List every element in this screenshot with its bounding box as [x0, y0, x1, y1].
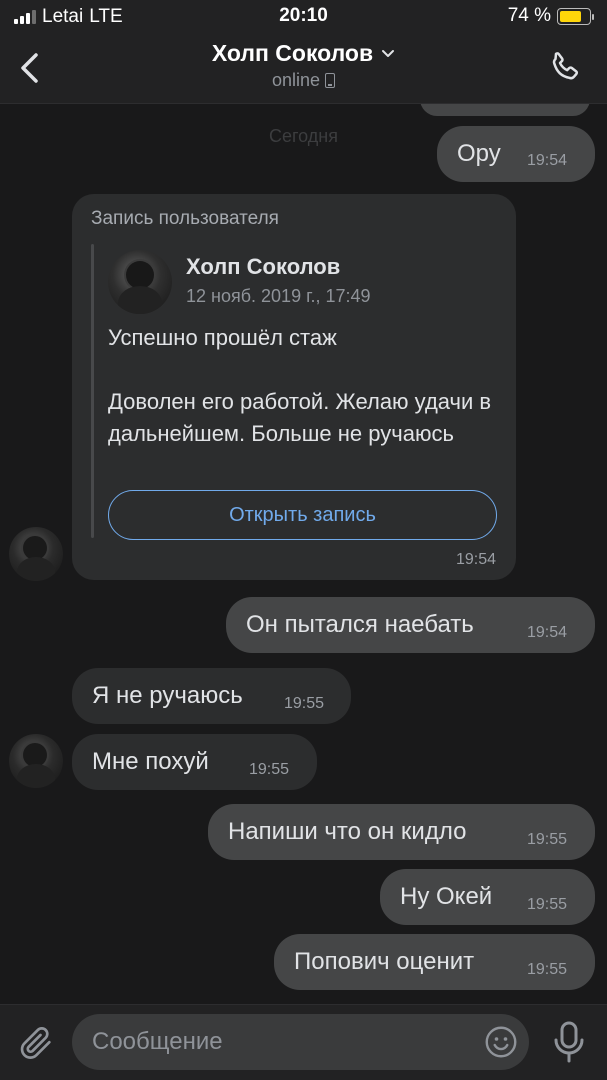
- post-author[interactable]: Холп Соколов: [186, 254, 340, 280]
- emoji-icon: [485, 1026, 517, 1058]
- message-time: 19:55: [284, 695, 325, 712]
- message-composer: Сообщение: [0, 1004, 607, 1080]
- message-time: 19:55: [527, 896, 568, 913]
- message-time: 19:55: [249, 761, 290, 778]
- message-input-placeholder: Сообщение: [92, 1028, 223, 1055]
- battery-percent: 74 %: [507, 5, 551, 26]
- chevron-down-icon: [382, 49, 395, 57]
- message-text: Ору: [457, 140, 501, 167]
- chat-title-area[interactable]: Холп Соколов online: [0, 40, 607, 91]
- open-post-button[interactable]: Открыть запись: [108, 490, 497, 540]
- chat-header: Холп Соколов online: [0, 34, 607, 104]
- message-text: Я не ручаюсь: [92, 682, 243, 709]
- contact-name-text: Холп Соколов: [211, 40, 374, 66]
- message-text: Мне похуй: [92, 748, 209, 775]
- message-bubble-incoming[interactable]: Я не ручаюсь 19:55: [72, 668, 351, 724]
- voice-message-button[interactable]: [553, 1021, 585, 1065]
- phone-icon: [552, 52, 579, 80]
- status-right: 74 %: [507, 5, 594, 27]
- message-text: Ну Окей: [400, 883, 493, 910]
- message-bubble-outgoing[interactable]: Он пытался наебать 19:54: [226, 597, 595, 653]
- message-bubble-cut: [420, 104, 590, 116]
- attach-button[interactable]: [16, 1023, 56, 1063]
- shared-post-card[interactable]: Запись пользователя Холп Соколов 12 нояб…: [72, 194, 516, 580]
- message-text: Попович оценит: [294, 948, 475, 975]
- message-bubble-outgoing[interactable]: Попович оценит 19:55: [274, 934, 595, 990]
- message-time: 19:54: [527, 152, 568, 169]
- message-text: Он пытался наебать: [246, 611, 474, 638]
- battery-level: [560, 10, 581, 22]
- message-time: 19:55: [527, 961, 568, 978]
- paperclip-icon: [20, 1027, 51, 1059]
- message-text: Напиши что он кидло: [228, 818, 467, 845]
- microphone-icon: [554, 1021, 584, 1063]
- mobile-device-icon: [325, 73, 336, 88]
- post-quote-bar: [91, 244, 94, 538]
- chat-screen: Letai LTE 20:10 74 % Холп Соколов online…: [0, 0, 607, 1080]
- battery-icon: [557, 7, 594, 25]
- post-date: 12 нояб. 2019 г., 17:49: [186, 286, 371, 306]
- message-bubble-incoming[interactable]: Мне похуй 19:55: [72, 734, 317, 790]
- status-bar: Letai LTE 20:10 74 %: [0, 0, 607, 34]
- message-input[interactable]: Сообщение: [72, 1014, 529, 1070]
- post-time: 19:54: [455, 551, 496, 568]
- message-bubble-outgoing[interactable]: Ну Окей 19:55: [380, 869, 595, 925]
- message-time: 19:54: [527, 624, 568, 641]
- message-list[interactable]: Сегодня Ору 19:54 Запись пользователя Хо…: [0, 104, 607, 1004]
- post-text: Успешно прошёл стаж Доволен его работой.…: [108, 325, 492, 446]
- contact-name[interactable]: Холп Соколов: [212, 40, 395, 67]
- call-button[interactable]: [545, 48, 585, 88]
- contact-status: online: [271, 70, 336, 91]
- contact-avatar[interactable]: [9, 527, 63, 581]
- post-caption: Запись пользователя: [91, 208, 279, 229]
- message-bubble-outgoing[interactable]: Напиши что он кидло 19:55: [208, 804, 595, 860]
- emoji-button[interactable]: [483, 1024, 519, 1060]
- contact-status-text: online: [271, 70, 321, 90]
- message-time: 19:55: [527, 831, 568, 848]
- post-author-avatar[interactable]: [108, 250, 172, 314]
- message-bubble-outgoing[interactable]: Ору 19:54: [437, 126, 595, 182]
- contact-avatar[interactable]: [9, 734, 63, 788]
